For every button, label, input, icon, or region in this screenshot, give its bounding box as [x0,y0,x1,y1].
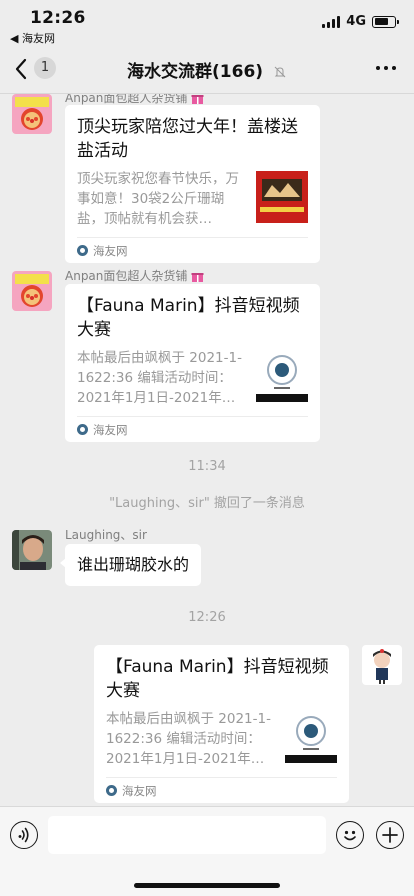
card-desc: 本帖最后由飒枫于 2021-1-1622:36 编辑活动时间：2021年1月1日… [77,350,242,406]
sender-name: Anpan面包超人杂货铺 [65,267,204,284]
card-footer: 海友网 [106,777,337,803]
text-message-bubble[interactable]: 谁出珊瑚胶水的 [59,544,202,586]
plus-icon[interactable] [376,821,404,849]
card-desc: 本帖最后由飒枫于 2021-1-1622:36 编辑活动时间：2021年1月1日… [106,711,271,767]
card-thumbnail [285,711,337,763]
source-icon [77,245,88,256]
sender-name-text: Anpan面包超人杂货铺 [65,269,188,283]
card-footer: 海友网 [77,416,308,442]
signal-icon [322,15,341,28]
card-title: 顶尖玩家陪您过大年！盖楼送盐活动 [77,117,298,161]
status-indicators: 4G [322,14,399,29]
avatar-laughing-sir[interactable] [12,530,52,570]
source-icon [77,424,88,435]
battery-icon [372,15,399,28]
avatar-anpan[interactable] [12,271,52,311]
chat-title: 海水交流群(166) [0,57,414,82]
nav-bar: 1 海水交流群(166) [0,44,414,94]
status-time: 12:26 [30,8,86,28]
network-type: 4G [346,14,366,29]
avatar-self[interactable] [362,645,402,685]
voice-icon[interactable] [10,821,38,849]
card-source: 海友网 [93,422,128,437]
card-title: 【Fauna Marin】抖音短视频大赛 [77,296,300,340]
sender-name-text: Anpan面包超人杂货铺 [65,94,188,105]
link-card[interactable]: 【Fauna Marin】抖音短视频大赛 本帖最后由飒枫于 2021-1-162… [65,284,320,442]
card-thumbnail [256,350,308,402]
card-body: 本帖最后由飒枫于 2021-1-1622:36 编辑活动时间：2021年1月1日… [77,348,308,408]
card-source: 海友网 [93,243,128,258]
source-icon [106,785,117,796]
chat-title-text: 海水交流群(166) [127,62,264,82]
link-card-own[interactable]: 【Fauna Marin】抖音短视频大赛 本帖最后由飒枫于 2021-1-162… [94,645,349,803]
card-body: 本帖最后由飒枫于 2021-1-1622:36 编辑活动时间：2021年1月1日… [106,709,337,769]
mute-icon [274,66,286,78]
card-footer: 海友网 [77,237,308,263]
home-indicator[interactable] [134,883,280,888]
card-thumbnail [256,171,308,223]
system-message: "Laughing、sir" 撤回了一条消息 [109,496,305,511]
avatar-anpan[interactable] [12,94,52,134]
input-bar [0,806,414,896]
more-icon[interactable] [376,66,396,70]
chat-area[interactable]: Anpan面包超人杂货铺 顶尖玩家陪您过大年！盖楼送盐活动 顶尖玩家祝您春节快乐… [0,94,414,806]
sender-name: Laughing、sir [65,528,147,542]
status-bar: 12:26 ◀ 海友网 4G [0,0,414,45]
gift-icon [191,273,204,282]
timestamp: 12:26 [188,610,226,625]
card-title: 【Fauna Marin】抖音短视频大赛 [106,657,329,701]
card-desc: 顶尖玩家祝您春节快乐，万事如意！30袋2公斤珊瑚盐，顶帖就有机会获… [77,171,239,227]
message-input[interactable] [48,816,326,854]
battery-fill [374,18,388,25]
timestamp: 11:34 [188,459,226,474]
link-card[interactable]: 顶尖玩家陪您过大年！盖楼送盐活动 顶尖玩家祝您春节快乐，万事如意！30袋2公斤珊… [65,105,320,263]
card-body: 顶尖玩家祝您春节快乐，万事如意！30袋2公斤珊瑚盐，顶帖就有机会获… [77,169,308,229]
card-source: 海友网 [122,783,157,798]
gift-icon [191,95,204,104]
emoji-icon[interactable] [336,821,364,849]
